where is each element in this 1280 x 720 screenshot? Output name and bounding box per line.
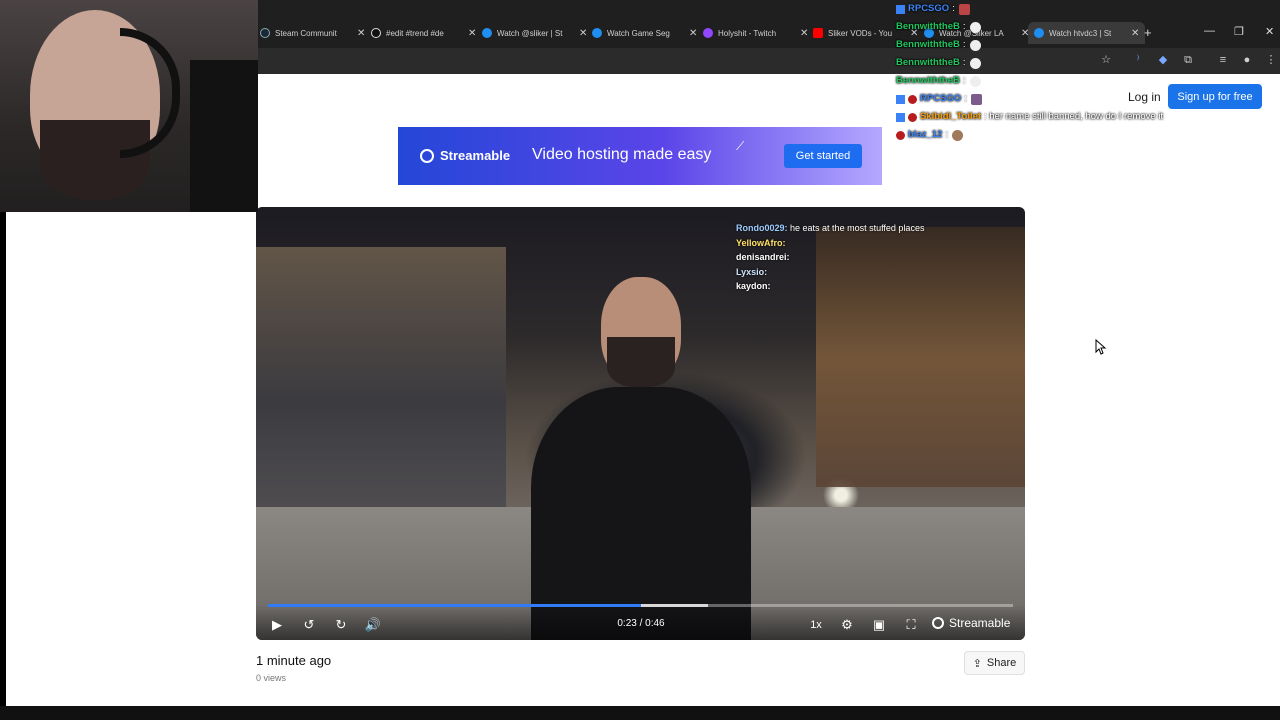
- video-chat-message: Rondo0029: he eats at the most stuffed p…: [736, 223, 925, 233]
- video-player[interactable]: Rondo0029: he eats at the most stuffed p…: [256, 207, 1025, 640]
- stream-chat-overlay: RPCSGO: BennwiththeB: BennwiththeB: Benn…: [896, 0, 1280, 144]
- streamable-icon: [592, 28, 602, 38]
- forward-icon[interactable]: ↻: [332, 616, 350, 634]
- close-icon[interactable]: ✕: [357, 28, 365, 39]
- get-started-button[interactable]: Get started: [784, 144, 862, 168]
- video-subject: [511, 257, 771, 640]
- browser-tab[interactable]: Steam Communit ✕: [260, 24, 365, 42]
- volume-icon[interactable]: 🔊: [364, 616, 382, 634]
- left-blank-panel: [6, 212, 258, 706]
- video-chat-message: Lyxsio:: [736, 266, 768, 277]
- twitch-icon: [703, 28, 713, 38]
- video-chat-overlay: Rondo0029: he eats at the most stuffed p…: [736, 221, 986, 294]
- banner-tagline: Video hosting made easy: [532, 146, 712, 163]
- close-icon[interactable]: ✕: [468, 28, 476, 39]
- chat-message: BennwiththeB:: [896, 54, 1280, 72]
- close-icon[interactable]: ✕: [800, 28, 808, 39]
- chat-message: BennwiththeB:: [896, 36, 1280, 54]
- fullscreen-icon[interactable]: ⛶: [902, 616, 920, 634]
- video-progress-bar[interactable]: [268, 604, 1013, 607]
- browser-tab[interactable]: Holyshit - Twitch ✕: [703, 24, 808, 42]
- emote-icon: [969, 39, 981, 51]
- video-chat-message: YellowAfro:: [736, 237, 786, 248]
- streamable-watermark[interactable]: Streamable: [932, 616, 1010, 630]
- video-chat-message: kaydon:: [736, 281, 771, 291]
- chat-message: RPCSGO:: [896, 0, 1280, 18]
- emote-icon: [969, 75, 981, 87]
- badge-icon: [908, 112, 917, 122]
- tiktok-icon: [371, 28, 381, 38]
- emote-icon: [951, 129, 963, 141]
- streamable-logo-icon: [420, 148, 434, 163]
- badge-icon: [908, 94, 917, 104]
- streamable-icon: [482, 28, 492, 38]
- video-frame-left: [256, 247, 506, 507]
- tab-title: #edit #trend #de: [386, 28, 444, 38]
- share-button[interactable]: ⇪ Share: [964, 651, 1025, 675]
- rewind-icon[interactable]: ↺: [300, 616, 318, 634]
- browser-tab[interactable]: Watch Game Seg ✕: [592, 24, 697, 42]
- tab-title: Holyshit - Twitch: [718, 28, 777, 38]
- emote-icon: [969, 57, 981, 69]
- ad-banner[interactable]: Streamable Video hosting made easy ⟋ Get…: [398, 127, 882, 185]
- picture-in-picture-icon[interactable]: ▣: [870, 616, 888, 634]
- share-label: Share: [986, 657, 1017, 669]
- close-icon[interactable]: ✕: [689, 28, 697, 39]
- streamable-logo: Streamable: [420, 148, 510, 163]
- view-count: 0 views: [256, 673, 287, 683]
- posted-time: 1 minute ago: [256, 653, 332, 668]
- browser-tab[interactable]: Watch @sliker | St ✕: [482, 24, 587, 42]
- chat-message: RPCSGO:: [896, 90, 1280, 108]
- subject-body: [531, 387, 751, 640]
- badge-icon: [896, 112, 905, 122]
- tab-title: Watch Game Seg: [607, 28, 670, 38]
- subject-beard: [607, 337, 675, 387]
- badge-icon: [896, 130, 905, 140]
- tab-title: Watch @sliker | St: [497, 28, 563, 38]
- steam-icon: [260, 28, 270, 38]
- video-progress-fill: [268, 604, 641, 607]
- badge-icon: [896, 94, 905, 104]
- emote-icon: [958, 3, 970, 15]
- close-icon[interactable]: ✕: [579, 28, 587, 39]
- chat-message: BennwiththeB:: [896, 18, 1280, 36]
- streamable-brand-label: Streamable: [949, 616, 1011, 630]
- webcam-overlay: [0, 0, 258, 212]
- tab-title: Sliker VODs - You: [828, 28, 893, 38]
- emote-icon: [969, 21, 981, 33]
- banner-brand: Streamable: [440, 148, 511, 163]
- bottom-edge: [0, 706, 1280, 720]
- chat-message: blaz_12:: [896, 126, 1280, 144]
- tab-title: Steam Communit: [275, 28, 337, 38]
- badge-icon: [896, 4, 905, 14]
- video-time: 0:23 / 0:46: [617, 618, 665, 629]
- youtube-icon: [813, 28, 823, 38]
- streamable-logo-icon: [932, 617, 944, 629]
- webcam-chair: [190, 60, 258, 212]
- share-icon: ⇪: [972, 657, 982, 670]
- play-icon[interactable]: ▶: [268, 616, 286, 634]
- speed-button[interactable]: 1x: [807, 616, 825, 634]
- sparkle-icon: ⟋: [736, 139, 745, 153]
- emote-icon: [970, 93, 982, 105]
- chat-message: Skibidi_Toilet: her name still banned, h…: [896, 108, 1280, 126]
- chat-message: BennwiththeB:: [896, 72, 1280, 90]
- video-chat-message: denisandrei:: [736, 252, 790, 262]
- headphones-icon: [120, 28, 180, 158]
- browser-tab[interactable]: #edit #trend #de ✕: [371, 24, 476, 42]
- settings-gear-icon[interactable]: ⚙: [838, 616, 856, 634]
